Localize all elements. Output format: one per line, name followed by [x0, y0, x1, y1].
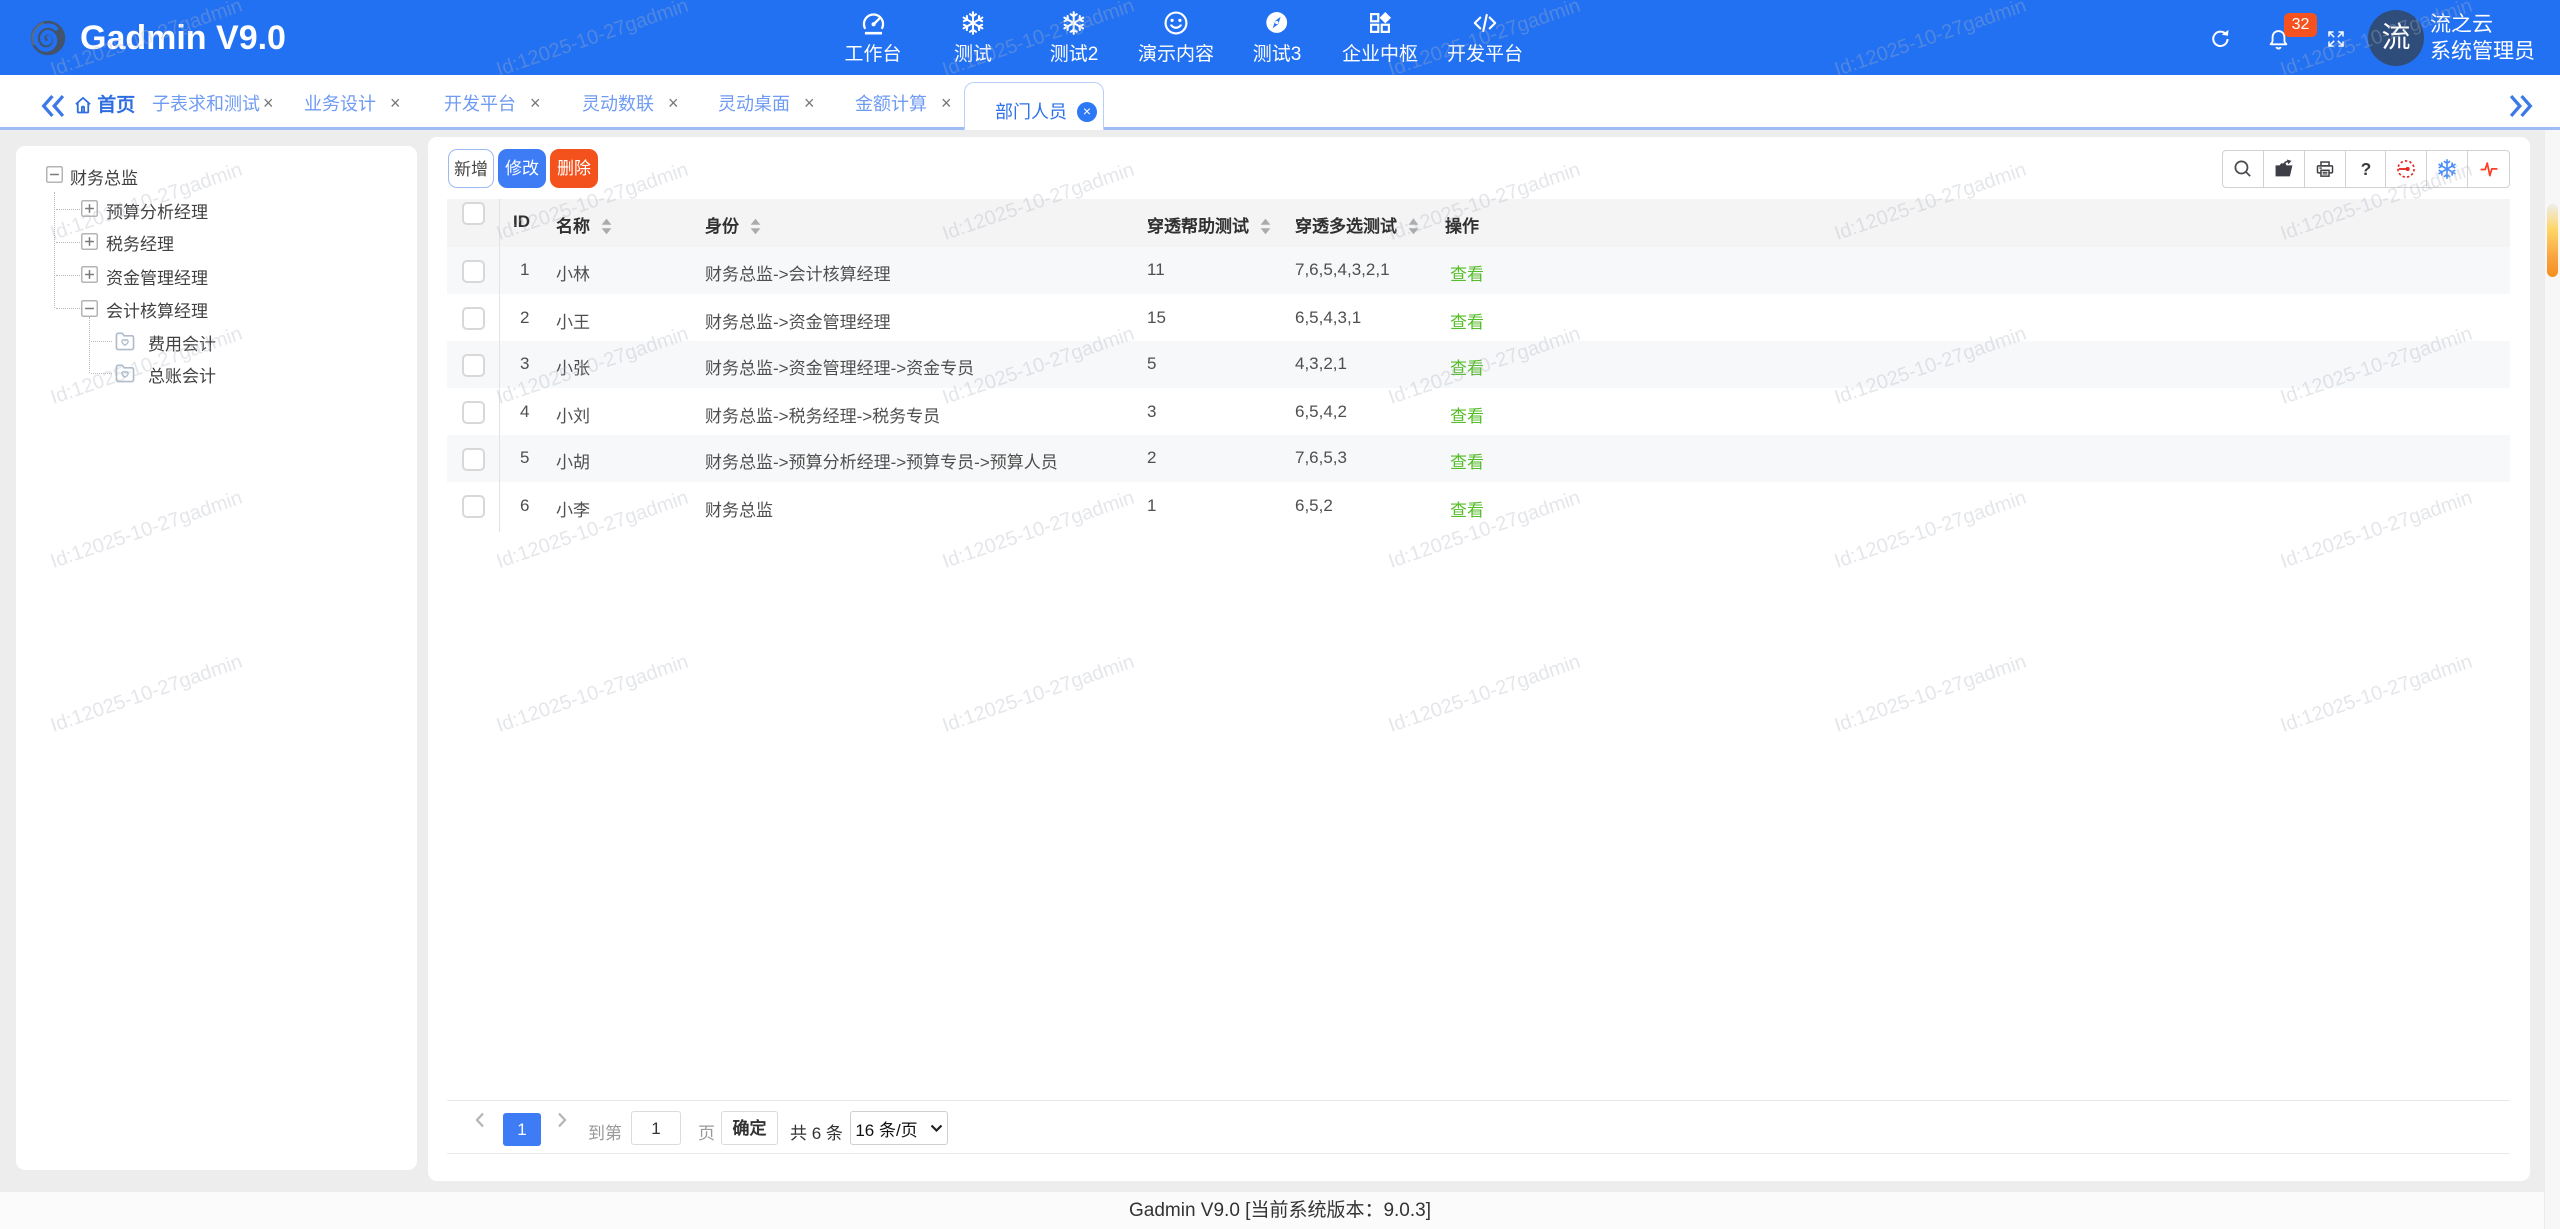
- svg-text:?: ?: [2360, 159, 2371, 179]
